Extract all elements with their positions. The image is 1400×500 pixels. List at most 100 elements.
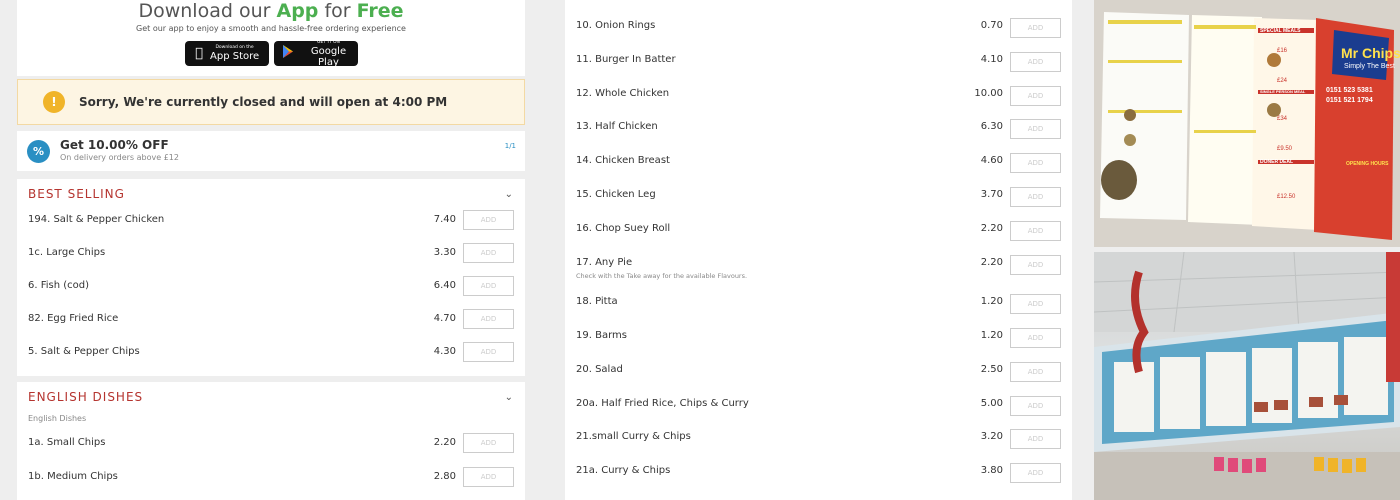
add-button[interactable]: ADD [1010, 18, 1061, 38]
menu-item-name[interactable]: 13. Half Chicken [576, 121, 658, 132]
menu-item-row: 194. Salt & Pepper Chicken 7.40 ADD [17, 210, 525, 230]
add-button[interactable]: ADD [1010, 395, 1061, 416]
menu-item-row: 82. Egg Fried Rice 4.70 ADD [17, 309, 525, 329]
english-dishes-description: English Dishes [28, 414, 87, 423]
app-store-button[interactable]:  Download on the App Store [185, 41, 269, 66]
menu-item-price: 3.30 [433, 247, 456, 258]
menu-item-row: 14. Chicken Breast 4.60 ADD [565, 153, 1072, 174]
menu-item-name[interactable]: 20. Salad [576, 364, 623, 375]
menu-item-row: 1c. Large Chips 3.30 ADD [17, 243, 525, 263]
add-button[interactable]: ADD [463, 309, 514, 329]
menu-item-name[interactable]: 21a. Curry & Chips [576, 465, 670, 476]
offer-title: Get 10.00% OFF [60, 138, 169, 152]
menu-item-row: 21.small Curry & Chips 3.20 ADD [565, 429, 1072, 450]
leaflet-deal-doner: DONER DEAL [1260, 159, 1293, 165]
warning-icon: ! [43, 91, 65, 113]
menu-item-price: 3.80 [980, 465, 1003, 477]
leaflet-price-4: £9.50 [1277, 146, 1293, 152]
add-button[interactable]: ADD [1010, 463, 1061, 484]
menu-item-name[interactable]: 12. Whole Chicken [576, 88, 669, 99]
menu-item-row: 16. Chop Suey Roll 2.20 ADD [565, 220, 1072, 241]
leaflet-phone2-text: 0151 521 1794 [1326, 97, 1373, 104]
menu-item-row: 19. Barms 1.20 ADD [565, 327, 1072, 348]
menu-item-name[interactable]: 10. Onion Rings [576, 20, 655, 31]
menu-item-name[interactable]: 11. Burger In Batter [576, 54, 676, 65]
menu-item-row: 1a. Small Chips 2.20 ADD [17, 433, 525, 453]
menu-item-name[interactable]: 17. Any Pie [576, 257, 632, 268]
offer-pager: 1/1 [504, 142, 516, 150]
menu-item-name[interactable]: 20a. Half Fried Rice, Chips & Curry [576, 398, 749, 409]
offer-subtitle: On delivery orders above £12 [60, 153, 179, 162]
add-button[interactable]: ADD [1010, 85, 1061, 106]
menu-item-price: 4.60 [980, 155, 1003, 167]
menu-item-row: 13. Half Chicken 6.30 ADD [565, 119, 1072, 140]
english-dishes-section: ENGLISH DISHES ⌄ English Dishes 1a. Smal… [17, 382, 525, 500]
menu-item-price: 1.20 [980, 296, 1003, 308]
add-button[interactable]: ADD [1010, 294, 1061, 315]
add-button[interactable]: ADD [1010, 361, 1061, 382]
menu-item-price: 6.40 [433, 280, 456, 291]
leaflet-brand-text: Mr Chips [1341, 45, 1400, 61]
apple-icon:  [191, 46, 207, 61]
chevron-down-icon[interactable]: ⌄ [505, 189, 513, 200]
add-button[interactable]: ADD [1010, 220, 1061, 241]
menu-item-row: 20. Salad 2.50 ADD [565, 361, 1072, 382]
leaflet-price-5: £12.50 [1277, 194, 1296, 200]
add-button[interactable]: ADD [1010, 187, 1061, 207]
menu-item-price: 0.70 [980, 20, 1003, 31]
menu-item-name[interactable]: 1c. Large Chips [28, 247, 105, 258]
leaflet-tagline-text: Simply The Best [1344, 63, 1395, 70]
discount-badge-icon: % [27, 140, 50, 163]
add-button[interactable]: ADD [1010, 254, 1061, 275]
left-column: Download our App for Free Get our app to… [17, 0, 525, 500]
menu-item-name[interactable]: 5. Salt & Pepper Chips [28, 346, 140, 357]
menu-item-row: 5. Salt & Pepper Chips 4.30 ADD [17, 342, 525, 362]
menu-item-price: 4.70 [433, 313, 456, 324]
closed-message: Sorry, We're currently closed and will o… [79, 95, 448, 109]
add-button[interactable]: ADD [1010, 51, 1061, 72]
chevron-down-icon[interactable]: ⌄ [505, 392, 513, 403]
menu-item-row: 17. Any Pie Check with the Take away for … [565, 254, 1072, 280]
english-dishes-title[interactable]: ENGLISH DISHES [28, 390, 143, 404]
menu-item-name[interactable]: 15. Chicken Leg [576, 189, 656, 200]
add-button[interactable]: ADD [463, 276, 514, 296]
menu-item-name[interactable]: 1b. Medium Chips [28, 471, 118, 482]
best-selling-title[interactable]: BEST SELLING [28, 187, 125, 201]
menu-item-name[interactable]: 19. Barms [576, 330, 627, 341]
menu-item-name[interactable]: 194. Salt & Pepper Chicken [28, 214, 164, 225]
add-button[interactable]: ADD [1010, 327, 1061, 348]
app-title-free: Free [356, 0, 404, 22]
add-button[interactable]: ADD [463, 342, 514, 362]
menu-item-name[interactable]: 6. Fish (cod) [28, 280, 89, 291]
shop-interior-photo[interactable] [1094, 252, 1400, 500]
menu-item-price: 2.20 [980, 256, 1003, 268]
app-promo-title: Download our App for Free [17, 0, 525, 22]
leaflet-price-2: £24 [1277, 78, 1288, 84]
google-play-label: Google Play [310, 45, 347, 68]
add-button[interactable]: ADD [463, 467, 514, 487]
menu-item-name[interactable]: 82. Egg Fried Rice [28, 313, 118, 324]
app-title-prefix: Download our [138, 0, 271, 22]
add-button[interactable]: ADD [1010, 429, 1061, 450]
menu-item-name[interactable]: 18. Pitta [576, 296, 618, 307]
leaflet-price-3: £34 [1277, 116, 1288, 122]
menu-item-name[interactable]: 14. Chicken Breast [576, 155, 670, 166]
menu-item-price: 2.20 [433, 437, 456, 448]
app-title-app: App [276, 0, 319, 22]
leaflet-opening-text: OPENING HOURS [1346, 161, 1389, 167]
add-button[interactable]: ADD [463, 210, 514, 230]
menu-item-name[interactable]: 16. Chop Suey Roll [576, 223, 670, 234]
offer-card[interactable]: % Get 10.00% OFF On delivery orders abov… [17, 131, 525, 171]
add-button[interactable]: ADD [1010, 153, 1061, 174]
menu-item-price: 10.00 [974, 87, 1003, 99]
google-play-icon [280, 45, 296, 62]
menu-item-name[interactable]: 21.small Curry & Chips [576, 431, 691, 442]
add-button[interactable]: ADD [463, 243, 514, 263]
menu-item-row: 10. Onion Rings 0.70 ADD [565, 18, 1072, 38]
app-title-mid: for [324, 0, 351, 22]
menu-leaflet-photo[interactable]: Mr Chips Simply The Best 0151 523 5381 0… [1094, 0, 1400, 247]
add-button[interactable]: ADD [1010, 119, 1061, 140]
google-play-button[interactable]: GET IT ON Google Play [274, 40, 358, 68]
menu-item-name[interactable]: 1a. Small Chips [28, 437, 105, 448]
add-button[interactable]: ADD [463, 433, 514, 453]
